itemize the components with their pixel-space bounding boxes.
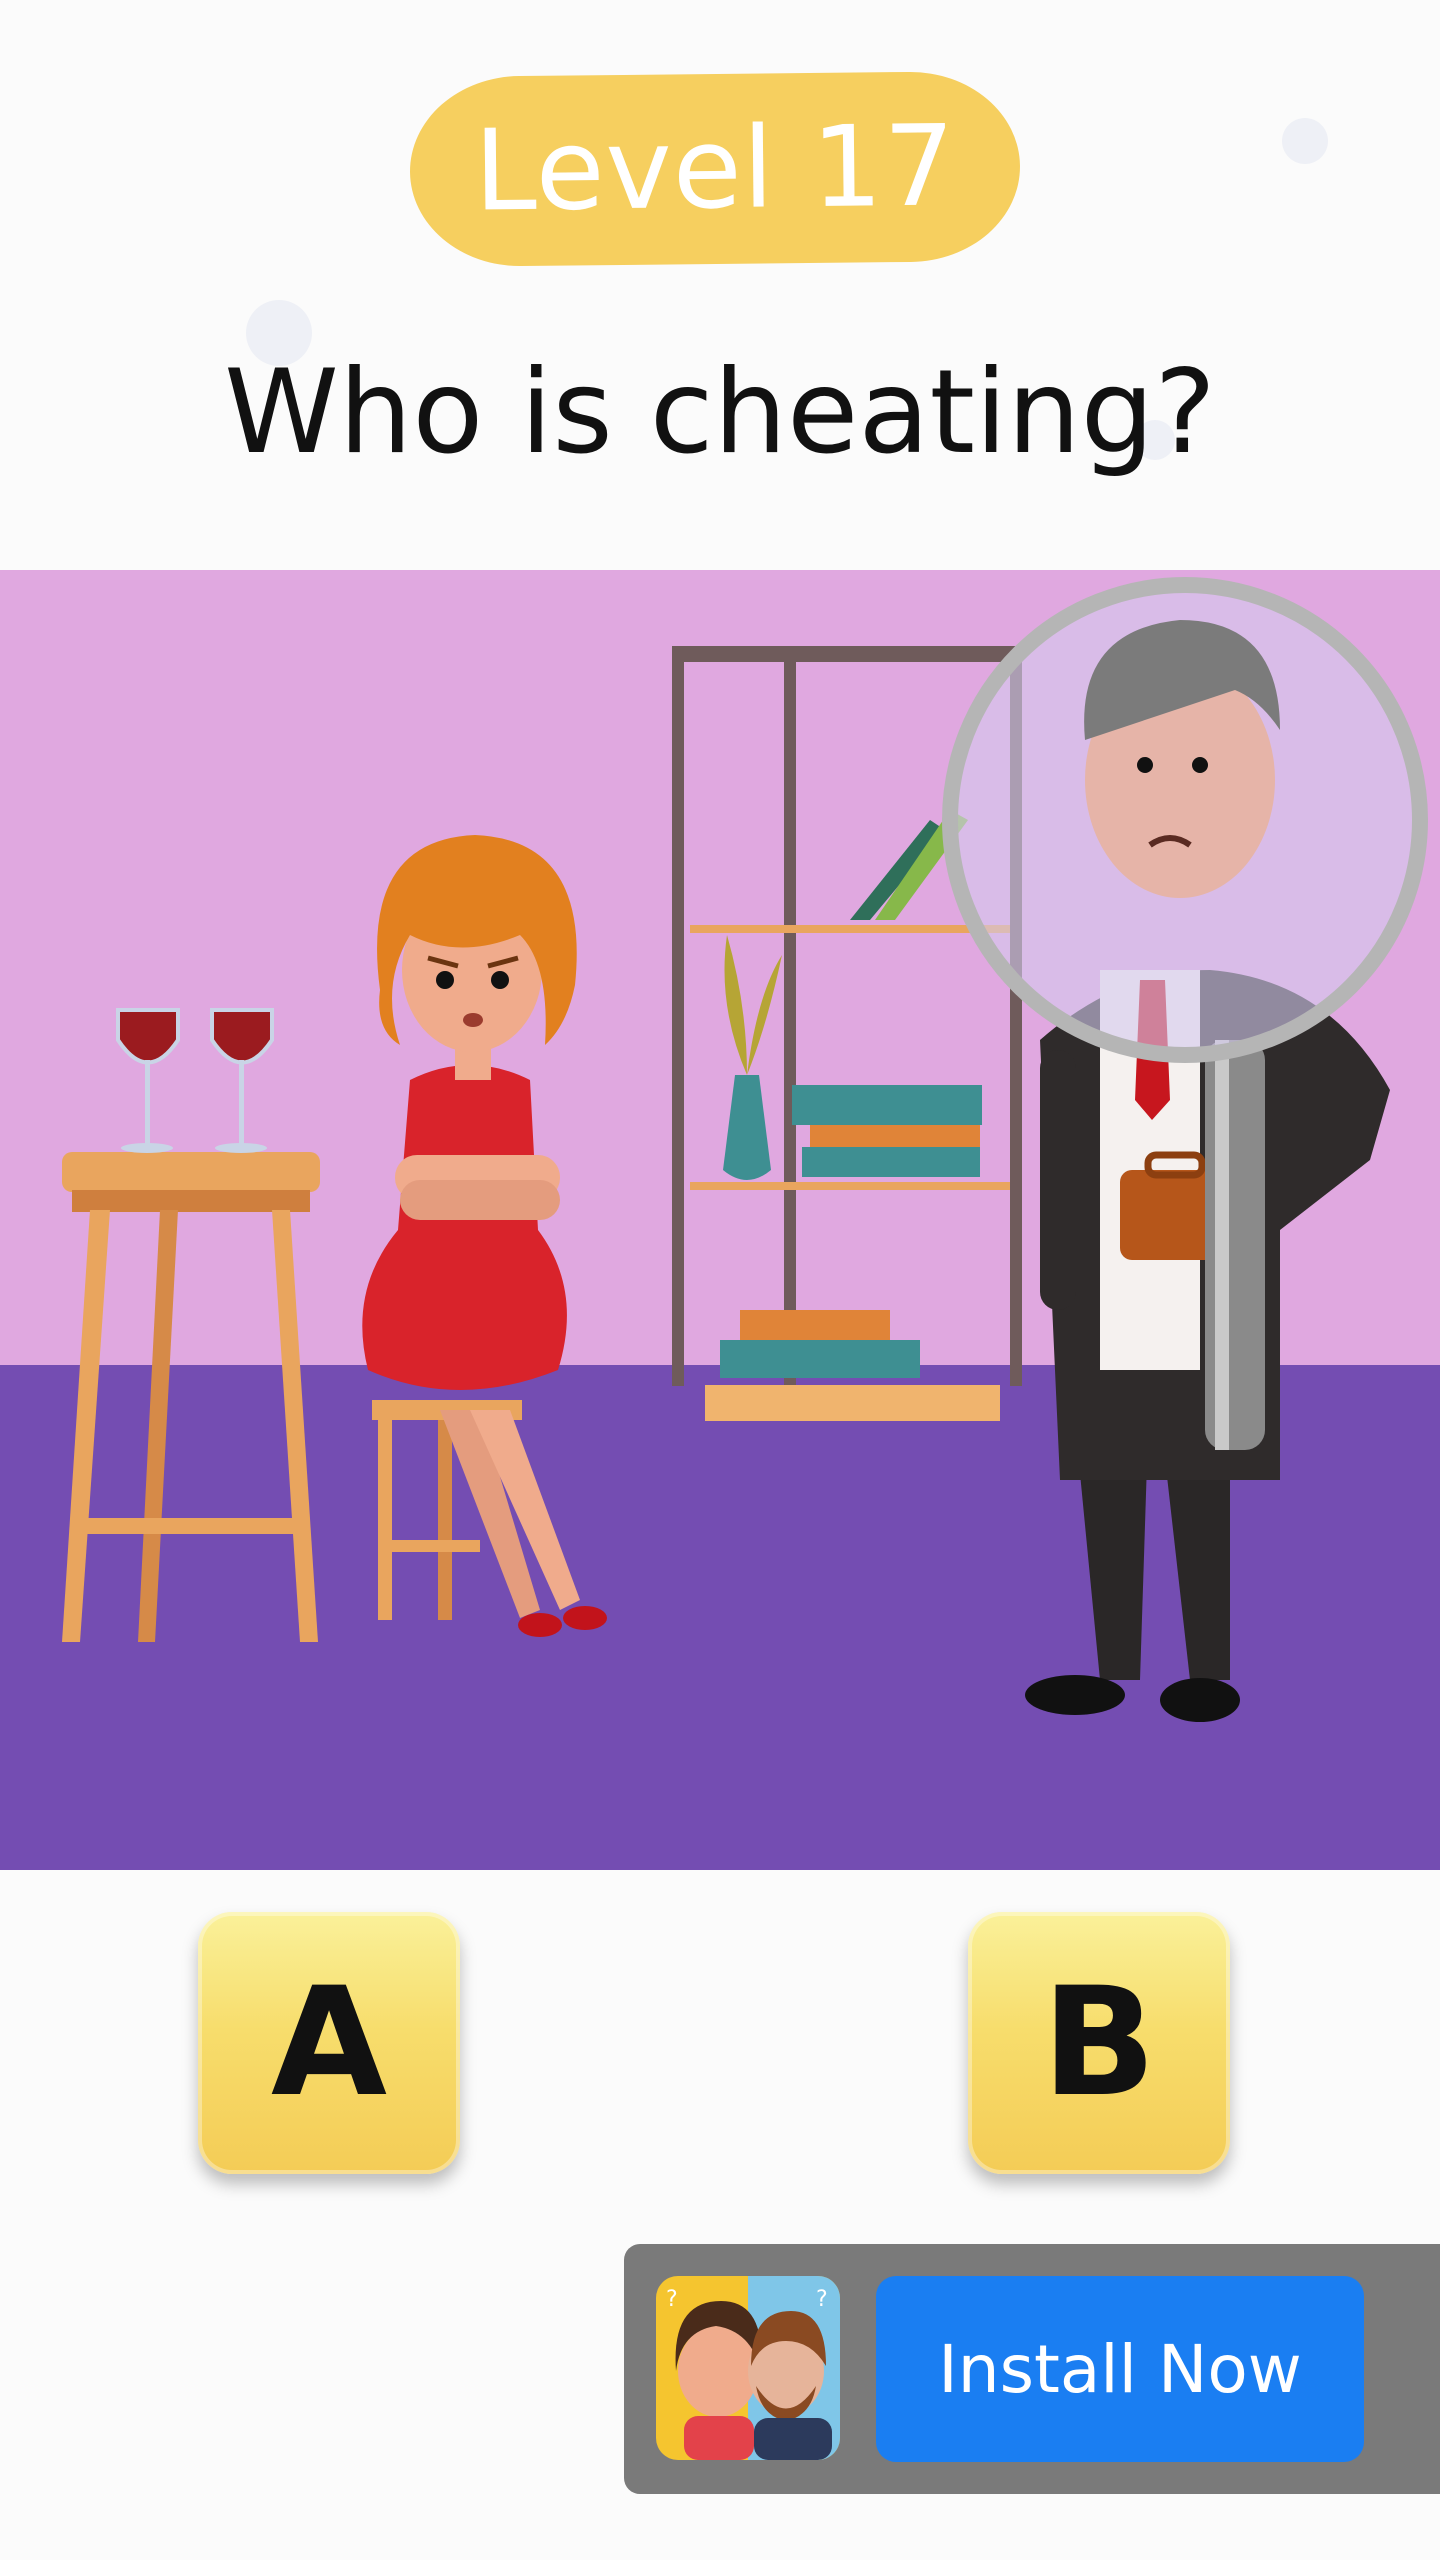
ad-banner[interactable]: ? ? Install Now xyxy=(624,2244,1440,2494)
level-badge: Level 17 xyxy=(409,70,1021,268)
svg-text:?: ? xyxy=(666,2287,678,2312)
answer-a-label: A xyxy=(270,1956,388,2130)
answer-b-button[interactable]: B xyxy=(968,1912,1230,2174)
question-text: Who is cheating? xyxy=(224,345,1216,480)
puzzle-scene[interactable] xyxy=(0,570,1440,1870)
answer-b-label: B xyxy=(1041,1956,1157,2130)
answer-a-button[interactable]: A xyxy=(198,1912,460,2174)
couple-app-icon[interactable]: ? ? xyxy=(656,2276,840,2460)
install-now-button[interactable]: Install Now xyxy=(876,2276,1364,2462)
decorative-dot xyxy=(1282,118,1328,164)
level-label: Level 17 xyxy=(473,101,957,237)
svg-text:?: ? xyxy=(816,2287,828,2312)
